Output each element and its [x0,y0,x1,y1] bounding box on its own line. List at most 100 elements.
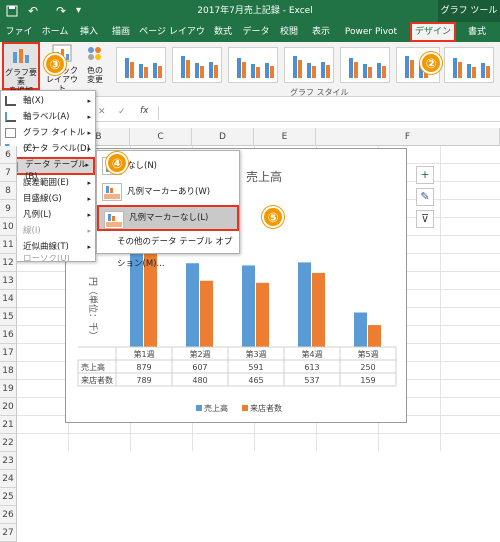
add-chart-element-button[interactable]: グラフ要素 を追加 [2,42,40,95]
palette-icon [88,47,101,60]
bar-visitors-3[interactable] [256,282,269,347]
tab-review[interactable]: 校閲 [274,22,304,42]
column-header-f[interactable]: F [316,128,500,146]
data-table-value: 465 [248,376,263,385]
category-label: 第5週 [357,349,378,359]
tab-format[interactable]: 書式 [460,22,494,42]
legend-label[interactable]: 売上高 [204,403,228,413]
tab-file[interactable]: ファイル [2,22,36,57]
row-header[interactable]: 25 [0,488,17,506]
row-header[interactable]: 17 [0,344,17,362]
row-header[interactable]: 15 [0,308,17,326]
submenu-item-no-legend-keys[interactable]: 凡例マーカーなし(L) [97,205,239,231]
submenu-item-more-options[interactable]: その他のデータ テーブル オプション(M)... [97,231,239,269]
step-badge-4: ④ [106,152,128,174]
row-header[interactable]: 7 [0,164,17,182]
row-header[interactable]: 16 [0,326,17,344]
column-header-d[interactable]: D [192,128,254,146]
bar-sales-5[interactable] [354,312,367,348]
tab-power-pivot[interactable]: Power Pivot [338,22,404,42]
tab-formulas[interactable]: 数式 [208,22,238,42]
category-label: 第2週 [189,349,210,359]
chart-title[interactable]: 売上高 [246,169,282,184]
data-table-series-name: 売上高 [81,362,105,372]
bar-sales-4[interactable] [298,262,311,347]
category-label: 第1週 [133,349,154,359]
fx-icon[interactable]: fx [140,106,149,116]
row-header[interactable]: 12 [0,254,17,272]
bar-visitors-2[interactable] [200,280,213,347]
row-header[interactable]: 14 [0,290,17,308]
data-table-value: 537 [304,376,319,385]
menu-item-chart-title[interactable]: グラフ タイトル(C) ▸ [1,125,95,154]
chart-title-icon [5,128,16,138]
bar-sales-3[interactable] [242,265,255,347]
cancel-icon[interactable]: ✕ [98,107,106,117]
chart-style-7[interactable] [444,47,494,83]
axes-icon [5,96,16,106]
step-badge-2: ② [420,52,442,74]
tab-home[interactable]: ホーム [38,22,72,42]
tab-insert[interactable]: 挿入 [74,22,104,42]
row-header[interactable]: 10 [0,218,17,236]
data-table-value: 159 [360,376,375,385]
chart-styles-group-label: グラフ スタイル [290,88,349,97]
chart-style-4[interactable] [284,47,334,83]
change-color-button[interactable]: 色の 変更 [82,42,108,92]
row-header[interactable]: 26 [0,506,17,524]
window-title: 2017年7月売上記録 - Excel [197,6,313,16]
change-color-label: 色の 変更 [87,66,103,84]
data-table-value: 789 [136,376,151,385]
enter-icon[interactable]: ✓ [118,107,126,117]
row-header[interactable]: 24 [0,470,17,488]
data-table-with-keys-icon [102,183,122,201]
tab-draw[interactable]: 描画 [106,22,136,42]
row-header[interactable]: 13 [0,272,17,290]
data-table-value: 591 [248,363,263,372]
submenu-item-with-legend-keys[interactable]: 凡例マーカーあり(W) [97,179,239,205]
column-header-e[interactable]: E [254,128,316,146]
row-header[interactable]: 27 [0,524,17,542]
y-axis-label[interactable]: 円（単位：千） [87,277,99,340]
row-header[interactable]: 20 [0,398,17,416]
row-header[interactable]: 11 [0,236,17,254]
customize-qat-icon[interactable]: ▾ [76,0,92,22]
data-table-no-keys-icon [104,211,124,229]
row-header[interactable]: 18 [0,362,17,380]
chart-style-5[interactable] [340,47,390,83]
bar-visitors-5[interactable] [368,325,381,347]
row-header[interactable]: 23 [0,452,17,470]
ribbon-tabs: ファイル ホーム 挿入 描画 ページ レイアウト 数式 データ 校閲 表示 Po… [0,22,500,57]
chart-style-2[interactable] [172,47,222,83]
chart-elements-button[interactable]: + [416,166,434,184]
menu-item-axis-titles[interactable]: 軸ラベル(A) ▸ [1,109,95,125]
tab-data[interactable]: データ [240,22,272,42]
row-header[interactable]: 19 [0,380,17,398]
row-header[interactable]: 6 [0,146,17,164]
tab-design[interactable]: デザイン [410,22,456,42]
formula-input[interactable] [158,106,498,120]
bar-visitors-4[interactable] [312,272,325,347]
chart-styles-button[interactable]: ✎ [416,188,434,206]
chart-style-3[interactable] [228,47,278,83]
legend-label[interactable]: 来店者数 [250,403,282,413]
undo-icon[interactable]: ↶ [28,0,42,22]
chart-style-1[interactable] [116,47,166,83]
bar-sales-2[interactable] [186,263,199,347]
row-header[interactable]: 9 [0,200,17,218]
row-header[interactable]: 22 [0,434,17,452]
add-chart-element-icon [13,49,29,63]
row-header[interactable]: 21 [0,416,17,434]
category-label: 第4週 [301,349,322,359]
tab-page-layout[interactable]: ページ レイアウト [138,22,206,57]
save-icon[interactable] [6,0,22,22]
legend-swatch [196,405,202,411]
data-table-value: 613 [304,363,319,372]
column-header-c[interactable]: C [130,128,192,146]
tab-view[interactable]: 表示 [306,22,336,42]
menu-item-axes[interactable]: 軸(X) ▸ [1,93,95,109]
redo-icon[interactable]: ↷ [56,0,70,22]
title-bar: ↶ ↷ ▾ 2017年7月売上記録 - Excel グラフ ツール [0,0,500,22]
chart-filters-button[interactable]: ⊽ [416,210,434,228]
row-header[interactable]: 8 [0,182,17,200]
